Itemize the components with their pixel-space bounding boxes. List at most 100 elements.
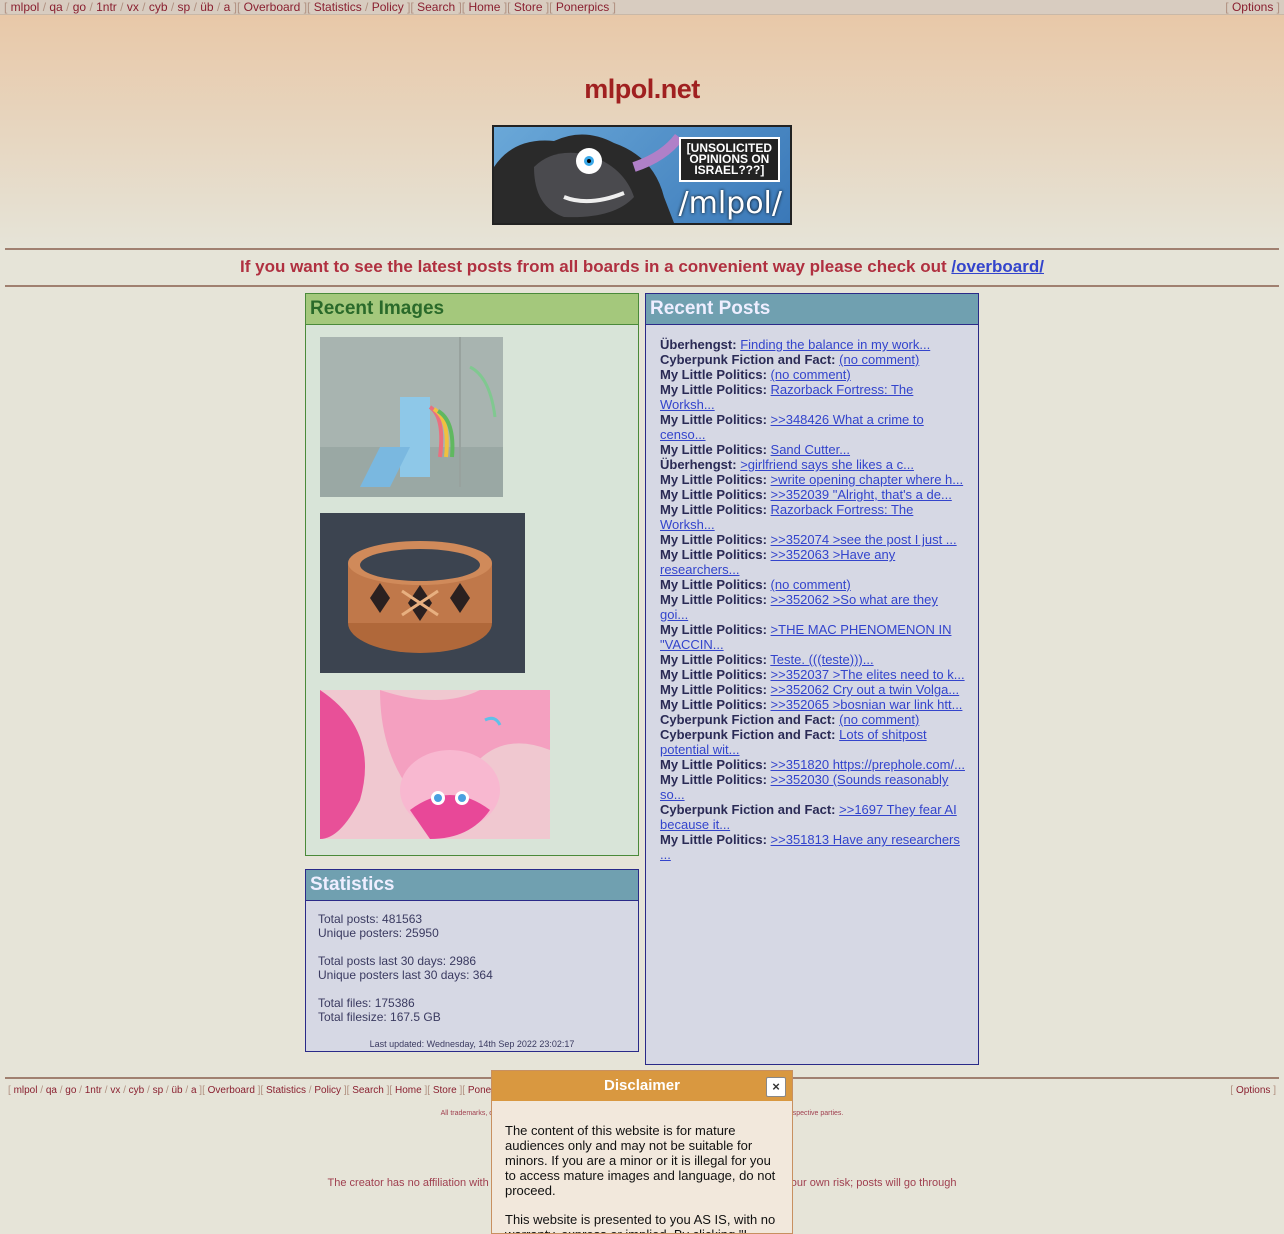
- recent-image-thumb[interactable]: [320, 513, 525, 673]
- footer-nav-options[interactable]: Options: [1236, 1085, 1270, 1096]
- recent-posts-list: Überhengst: Finding the balance in my wo…: [660, 337, 966, 862]
- recent-post-item: My Little Politics: Razorback Fortress: …: [660, 502, 966, 532]
- nav-board-mlpol[interactable]: mlpol: [11, 0, 40, 14]
- nav-statistics[interactable]: Statistics: [314, 0, 362, 14]
- footer-nav-overboard[interactable]: Overboard: [208, 1085, 255, 1096]
- recent-post-item: Cyberpunk Fiction and Fact: Lots of shit…: [660, 727, 966, 757]
- footer-nav-search[interactable]: Search: [352, 1085, 384, 1096]
- footer-nav-home[interactable]: Home: [395, 1085, 422, 1096]
- footer-nav-sp[interactable]: sp: [153, 1085, 164, 1096]
- stat-posts-30-days: Total posts last 30 days: 2986: [318, 954, 477, 968]
- recent-post-board: My Little Politics:: [660, 757, 767, 772]
- recent-post-link[interactable]: >>352037 >The elites need to k...: [771, 667, 965, 682]
- disclaimer-dialog: Disclaimer × The content of this website…: [491, 1070, 793, 1234]
- nav-board-ub[interactable]: üb: [200, 0, 213, 14]
- recent-post-item: My Little Politics: >>352030 (Sounds rea…: [660, 772, 966, 802]
- board-nav: [ mlpol / qa / go / 1ntr / vx / cyb / sp…: [4, 0, 616, 14]
- recent-post-link[interactable]: (no comment): [839, 352, 919, 367]
- recent-post-item: My Little Politics: >>352065 >bosnian wa…: [660, 697, 966, 712]
- overboard-link[interactable]: /overboard/: [951, 257, 1044, 276]
- recent-post-board: Überhengst:: [660, 337, 737, 352]
- nav-board-go[interactable]: go: [73, 0, 86, 14]
- recent-post-link[interactable]: >girlfriend says she likes a c...: [740, 457, 914, 472]
- footer-nav-statistics[interactable]: Statistics: [266, 1085, 306, 1096]
- recent-post-item: My Little Politics: (no comment): [660, 577, 966, 592]
- recent-post-board: My Little Politics:: [660, 592, 767, 607]
- recent-images-panel: Recent Images: [305, 293, 639, 856]
- footer-nav-vx[interactable]: vx: [110, 1085, 120, 1096]
- recent-posts-title: Recent Posts: [646, 294, 978, 325]
- recent-post-board: Cyberpunk Fiction and Fact:: [660, 712, 836, 727]
- footer-nav-store[interactable]: Store: [433, 1085, 457, 1096]
- recent-post-link[interactable]: >>352065 >bosnian war link htt...: [771, 697, 963, 712]
- nav-board-cyb[interactable]: cyb: [149, 0, 168, 14]
- stat-total-filesize: Total filesize: 167.5 GB: [318, 1010, 441, 1024]
- notice-text: If you want to see the latest posts from…: [240, 257, 947, 276]
- footer-nav-ub[interactable]: üb: [171, 1085, 182, 1096]
- footer-nav-go[interactable]: go: [65, 1085, 76, 1096]
- recent-post-board: My Little Politics:: [660, 472, 767, 487]
- nav-overboard[interactable]: Overboard: [244, 0, 301, 14]
- nav-options[interactable]: Options: [1232, 0, 1273, 14]
- statistics-content: Total posts: 481563 Unique posters: 2595…: [318, 912, 493, 1024]
- stat-total-posts: Total posts: 481563: [318, 912, 423, 926]
- recent-post-link[interactable]: (no comment): [771, 367, 851, 382]
- recent-post-link[interactable]: Sand Cutter...: [771, 442, 851, 457]
- nav-home[interactable]: Home: [468, 0, 500, 14]
- footer-nav-cyb[interactable]: cyb: [129, 1085, 145, 1096]
- statistics-title: Statistics: [306, 870, 638, 901]
- top-navigation-bar: [ mlpol / qa / go / 1ntr / vx / cyb / sp…: [0, 0, 1284, 15]
- recent-images-title: Recent Images: [306, 294, 638, 325]
- recent-post-link[interactable]: >>352074 >see the post I just ...: [771, 532, 957, 547]
- stat-unique-posters: Unique posters: 25950: [318, 926, 439, 940]
- recent-post-board: My Little Politics:: [660, 667, 767, 682]
- statistics-panel: Statistics Total posts: 481563 Unique po…: [305, 869, 639, 1052]
- board-banner[interactable]: [UNSOLICITED OPINIONS ON ISRAEL???] /mlp…: [492, 125, 792, 225]
- site-title: mlpol.net: [584, 74, 700, 104]
- nav-board-qa[interactable]: qa: [49, 0, 62, 14]
- recent-post-link[interactable]: (no comment): [839, 712, 919, 727]
- nav-ponerpics[interactable]: Ponerpics: [556, 0, 609, 14]
- recent-post-board: My Little Politics:: [660, 622, 767, 637]
- nav-board-1ntr[interactable]: 1ntr: [96, 0, 117, 14]
- recent-post-item: My Little Politics: >>351813 Have any re…: [660, 832, 966, 862]
- nav-search[interactable]: Search: [417, 0, 455, 14]
- recent-post-board: My Little Politics:: [660, 682, 767, 697]
- footer-nav-mlpol[interactable]: mlpol: [14, 1085, 38, 1096]
- recent-post-link[interactable]: >write opening chapter where h...: [771, 472, 964, 487]
- recent-post-link[interactable]: Finding the balance in my work...: [740, 337, 930, 352]
- recent-post-item: My Little Politics: (no comment): [660, 367, 966, 382]
- divider-top: [5, 248, 1279, 250]
- recent-post-item: My Little Politics: >>352039 "Alright, t…: [660, 487, 966, 502]
- recent-post-board: My Little Politics:: [660, 832, 767, 847]
- recent-post-link[interactable]: >>351820 https://prephole.com/...: [771, 757, 965, 772]
- nav-store[interactable]: Store: [514, 0, 543, 14]
- recent-image-thumb[interactable]: [320, 337, 503, 497]
- disclaimer-body: The content of this website is for matur…: [492, 1101, 792, 1233]
- recent-post-board: My Little Politics:: [660, 547, 767, 562]
- disclaimer-paragraph: This website is presented to you AS IS, …: [505, 1212, 776, 1233]
- nav-policy[interactable]: Policy: [372, 0, 404, 14]
- recent-post-board: My Little Politics:: [660, 502, 767, 517]
- footer-options-nav: [ Options ]: [1230, 1085, 1276, 1096]
- recent-post-link[interactable]: Teste. (((teste)))...: [770, 652, 873, 667]
- banner-board-name: /mlpol/: [678, 186, 782, 221]
- recent-image-thumb[interactable]: [320, 690, 550, 839]
- nav-board-sp[interactable]: sp: [178, 0, 191, 14]
- nav-board-vx[interactable]: vx: [127, 0, 139, 14]
- footer-nav-1ntr[interactable]: 1ntr: [85, 1085, 102, 1096]
- footer-nav-policy[interactable]: Policy: [314, 1085, 341, 1096]
- recent-post-board: Cyberpunk Fiction and Fact:: [660, 352, 836, 367]
- recent-post-link[interactable]: (no comment): [771, 577, 851, 592]
- recent-post-board: My Little Politics:: [660, 382, 767, 397]
- close-icon[interactable]: ×: [766, 1077, 786, 1097]
- recent-post-item: My Little Politics: >>348426 What a crim…: [660, 412, 966, 442]
- overboard-notice: If you want to see the latest posts from…: [0, 257, 1284, 277]
- recent-post-item: Cyberpunk Fiction and Fact: (no comment): [660, 352, 966, 367]
- recent-post-link[interactable]: >>352062 Cry out a twin Volga...: [771, 682, 960, 697]
- footer-nav-qa[interactable]: qa: [46, 1085, 57, 1096]
- recent-post-item: My Little Politics: >>351820 https://pre…: [660, 757, 966, 772]
- recent-post-link[interactable]: >>352039 "Alright, that's a de...: [771, 487, 952, 502]
- recent-post-item: My Little Politics: >>352037 >The elites…: [660, 667, 966, 682]
- recent-post-board: My Little Politics:: [660, 697, 767, 712]
